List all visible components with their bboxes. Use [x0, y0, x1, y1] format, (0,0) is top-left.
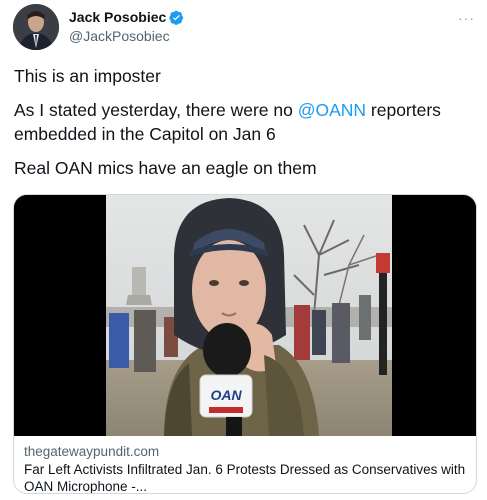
tweet-text: This is an imposter As I stated yesterda…: [14, 64, 474, 190]
tweet-line-2-before: As I stated yesterday, there were no: [14, 100, 298, 120]
tweet-line-2: As I stated yesterday, there were no @OA…: [14, 98, 474, 146]
card-title[interactable]: Far Left Activists Infiltrated Jan. 6 Pr…: [24, 461, 468, 493]
author-name[interactable]: Jack Posobiec: [69, 9, 166, 25]
mic-flag-logo: OAN: [210, 387, 242, 403]
avatar[interactable]: [13, 4, 59, 50]
tweet-line-3: Real OAN mics have an eagle on them: [14, 158, 317, 178]
verified-badge-icon: [169, 10, 184, 25]
tweet-header: Jack Posobiec @JackPosobiec ···: [13, 4, 475, 50]
video-still-image: OAN: [14, 195, 476, 436]
mention-link[interactable]: @OANN: [298, 100, 366, 120]
avatar-image: [13, 4, 59, 50]
tweet-line-1: This is an imposter: [14, 66, 161, 86]
author-handle[interactable]: @JackPosobiec: [69, 28, 170, 44]
card-domain: thegatewaypundit.com: [24, 444, 160, 459]
card-meta: thegatewaypundit.com Far Left Activists …: [24, 443, 468, 493]
link-card[interactable]: OAN thegatewaypundit.com Far Left Activi…: [13, 194, 477, 494]
author-row: Jack Posobiec: [69, 9, 184, 25]
more-options-icon[interactable]: ···: [458, 10, 475, 26]
card-media[interactable]: OAN: [14, 195, 476, 436]
